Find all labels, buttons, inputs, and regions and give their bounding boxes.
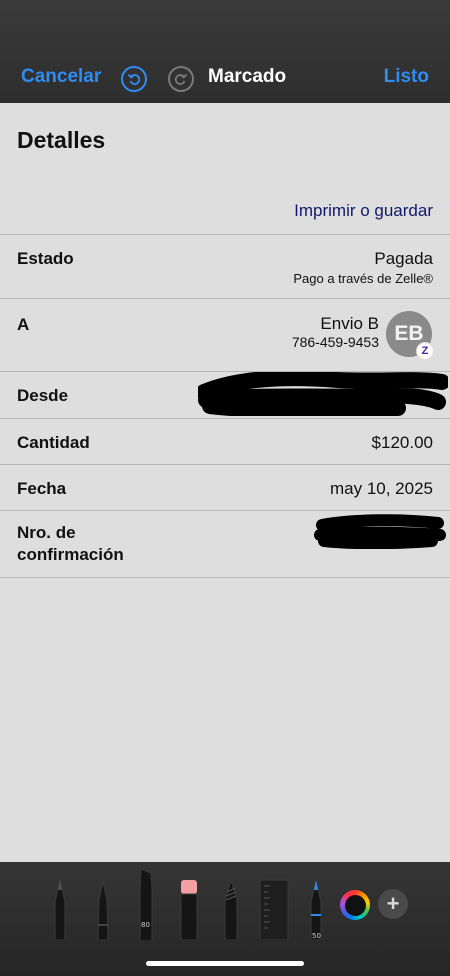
amount-label: Cantidad (17, 433, 90, 452)
redaction-scribble (314, 514, 446, 549)
add-tool-icon[interactable]: + (378, 889, 408, 919)
recipient-label: A (17, 315, 30, 334)
status-row: Estado Pagada Pago a través de Zelle® (0, 234, 450, 298)
date-row: Fecha may 10, 2025 (0, 464, 450, 510)
confirmation-row: Nro. de confirmación (0, 510, 450, 578)
date-value: may 10, 2025 (329, 479, 433, 498)
pen-size-label: 50 (312, 932, 321, 940)
redo-icon[interactable] (168, 66, 194, 92)
avatar: EB Z (386, 311, 434, 360)
blue-pen-tool-icon[interactable] (306, 878, 326, 940)
ruler-tool-icon[interactable] (258, 878, 290, 940)
details-heading: Detalles (17, 127, 106, 153)
marker-size-label: 80 (141, 921, 150, 929)
amount-value: $120.00 (371, 433, 433, 452)
status-label: Estado (17, 249, 74, 268)
recipient-phone: 786-459-9453 (291, 334, 379, 350)
marker-tool-icon[interactable] (135, 867, 157, 941)
done-button[interactable]: Listo (384, 66, 429, 88)
pencil-tool-icon[interactable] (221, 878, 241, 940)
home-indicator[interactable] (146, 961, 304, 966)
amount-row: Cantidad $120.00 (0, 418, 450, 464)
eraser-tool-icon[interactable] (178, 878, 200, 940)
status-subvalue: Pago a través de Zelle® (293, 271, 433, 286)
payment-details-document: Detalles Imprimir o guardar Estado Pagad… (0, 103, 450, 862)
confirmation-label-line2: confirmación (17, 545, 124, 564)
sender-row: Desde (0, 371, 450, 418)
recipient-name: Envio B (320, 314, 379, 333)
redaction-scribble (198, 372, 448, 416)
zelle-icon: Z (416, 342, 434, 360)
color-picker-icon[interactable] (340, 890, 370, 920)
markup-header: Cancelar Marcado Listo (0, 0, 450, 103)
fineliner-tool-icon[interactable] (94, 880, 112, 940)
confirmation-label-line1: Nro. de (17, 523, 76, 542)
status-value: Pagada (374, 249, 433, 268)
page-title: Marcado (208, 66, 287, 87)
pen-tool-icon[interactable] (50, 878, 70, 940)
date-label: Fecha (17, 479, 67, 498)
print-or-save-link[interactable]: Imprimir o guardar (294, 201, 433, 221)
undo-icon[interactable] (121, 66, 147, 92)
recipient-row: A Envio B 786-459-9453 EB Z (0, 298, 450, 371)
sender-label: Desde (17, 386, 69, 405)
cancel-button[interactable]: Cancelar (21, 66, 101, 88)
